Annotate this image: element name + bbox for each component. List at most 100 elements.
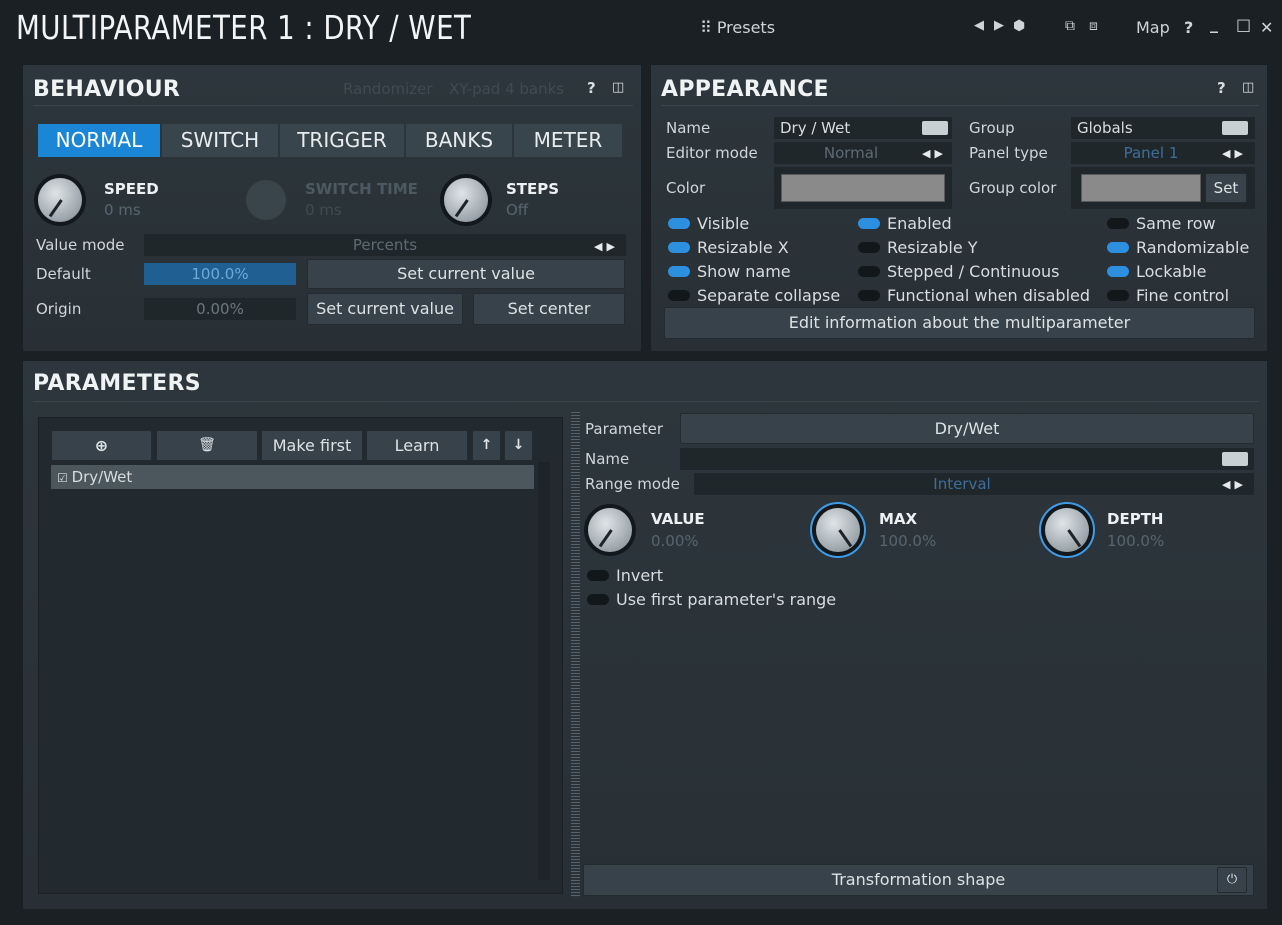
invert-label: Invert <box>616 566 664 585</box>
depth-knob[interactable] <box>1045 508 1089 552</box>
lockable-toggle[interactable] <box>1107 266 1129 277</box>
visible-toggle[interactable] <box>668 218 690 229</box>
show-name-label: Show name <box>697 262 791 281</box>
appearance-collapse-icon[interactable]: ◫ <box>1242 80 1254 95</box>
behaviour-help-icon[interactable]: ? <box>587 79 596 97</box>
max-value: 100.0% <box>879 532 937 550</box>
resizable-y-label: Resizable Y <box>887 238 978 257</box>
group-color-label: Group color <box>969 179 1057 197</box>
set-current-default-button[interactable]: Set current value <box>307 259 625 289</box>
functional-disabled-label: Functional when disabled <box>887 286 1091 305</box>
group-color-set-button[interactable]: Set <box>1205 173 1247 203</box>
range-mode-arrows-icon[interactable]: ◀▶ <box>1222 478 1247 491</box>
randomizable-toggle[interactable] <box>1107 242 1129 253</box>
paste-icon[interactable]: ⧈ <box>1089 18 1098 34</box>
checkbox-icon[interactable]: ☑ <box>57 471 72 485</box>
resizable-x-label: Resizable X <box>697 238 789 257</box>
tab-switch[interactable]: SWITCH <box>162 124 278 157</box>
tab-banks[interactable]: BANKS <box>406 124 512 157</box>
origin-label: Origin <box>36 300 82 318</box>
value-mode-select[interactable]: Percents <box>144 234 626 256</box>
speed-knob[interactable] <box>38 178 82 222</box>
resizable-x-toggle[interactable] <box>668 242 690 253</box>
lockable-label: Lockable <box>1136 262 1207 281</box>
transformation-shape-button[interactable]: Transformation shape <box>583 864 1254 896</box>
editor-mode-arrows-icon[interactable]: ◀▶ <box>922 147 947 160</box>
resizable-y-toggle[interactable] <box>858 242 880 253</box>
set-center-button[interactable]: Set center <box>473 293 625 325</box>
value-knob[interactable] <box>588 508 632 552</box>
move-down-icon[interactable]: ↓ <box>504 430 533 461</box>
speed-value: 0 ms <box>104 201 141 219</box>
steps-knob[interactable] <box>444 178 488 222</box>
keyboard-icon[interactable] <box>922 121 948 135</box>
set-current-origin-button[interactable]: Set current value <box>307 293 463 325</box>
depth-value: 100.0% <box>1107 532 1165 550</box>
learn-button[interactable]: Learn <box>366 430 468 461</box>
value-mode-arrows-icon[interactable]: ◀▶ <box>594 240 619 253</box>
steps-value: Off <box>506 201 529 219</box>
behaviour-collapse-icon[interactable]: ◫ <box>612 80 624 95</box>
tab-meter[interactable]: METER <box>514 124 622 157</box>
title-bar: MULTIPARAMETER 1 : DRY / WET ⠿ Presets ◀… <box>0 0 1282 58</box>
appearance-title: APPEARANCE <box>661 77 829 102</box>
same-row-toggle[interactable] <box>1107 218 1129 229</box>
prev-preset-icon[interactable]: ◀ <box>974 18 984 33</box>
minimize-icon[interactable]: _ <box>1210 14 1218 33</box>
range-mode-select[interactable]: Interval <box>694 473 1254 495</box>
functional-disabled-toggle[interactable] <box>858 290 880 301</box>
power-icon[interactable]: ⏻ <box>1217 867 1247 893</box>
parameter-select-button[interactable]: Dry/Wet <box>680 413 1254 444</box>
trash-icon[interactable]: 🗑 <box>156 430 258 461</box>
next-preset-icon[interactable]: ▶ <box>994 18 1004 33</box>
use-first-range-toggle[interactable] <box>587 594 609 605</box>
panel-type-arrows-icon[interactable]: ◀▶ <box>1222 147 1247 160</box>
steps-label: STEPS <box>506 180 560 198</box>
list-item[interactable]: ☑ Dry/Wet <box>51 465 534 489</box>
enabled-toggle[interactable] <box>858 218 880 229</box>
behaviour-title: BEHAVIOUR <box>33 77 181 102</box>
keyboard-icon[interactable] <box>1222 452 1248 466</box>
map-button[interactable]: Map <box>1136 18 1170 37</box>
origin-value-field[interactable]: 0.00% <box>144 298 296 320</box>
fine-control-label: Fine control <box>1136 286 1230 305</box>
max-knob[interactable] <box>816 508 860 552</box>
invert-toggle[interactable] <box>587 570 609 581</box>
list-scrollbar[interactable] <box>538 462 550 880</box>
appearance-help-icon[interactable]: ? <box>1217 79 1226 97</box>
param-name-field[interactable] <box>680 448 1254 470</box>
group-color-swatch[interactable] <box>1081 174 1201 202</box>
grid-icon: ⠿ <box>700 18 717 37</box>
tab-normal[interactable]: NORMAL <box>38 124 160 157</box>
color-swatch[interactable] <box>781 174 945 202</box>
default-label: Default <box>36 265 91 283</box>
editor-mode-label: Editor mode <box>666 144 758 162</box>
speed-label: SPEED <box>104 180 159 198</box>
random-dice-icon[interactable]: ⬢ <box>1013 18 1025 34</box>
separate-collapse-toggle[interactable] <box>668 290 690 301</box>
maximize-icon[interactable]: □ <box>1236 15 1251 34</box>
default-value-field[interactable]: 100.0% <box>144 263 296 285</box>
visible-label: Visible <box>697 214 750 233</box>
presets-button[interactable]: ⠿ Presets <box>700 18 775 37</box>
show-name-toggle[interactable] <box>668 266 690 277</box>
same-row-label: Same row <box>1136 214 1216 233</box>
move-up-icon[interactable]: ↑ <box>472 430 501 461</box>
add-icon[interactable]: ⊕ <box>51 430 152 461</box>
randomizable-label: Randomizable <box>1136 238 1250 257</box>
close-icon[interactable]: ✕ <box>1260 18 1273 37</box>
make-first-button[interactable]: Make first <box>261 430 363 461</box>
tab-trigger[interactable]: TRIGGER <box>280 124 404 157</box>
stepped-label: Stepped / Continuous <box>887 262 1060 281</box>
xypad-label[interactable]: XY-pad 4 banks <box>449 80 564 98</box>
edit-information-button[interactable]: Edit information about the multiparamete… <box>664 307 1255 339</box>
stepped-toggle[interactable] <box>858 266 880 277</box>
splitter-handle[interactable] <box>571 412 580 898</box>
switch-time-label: SWITCH TIME <box>305 180 418 198</box>
keyboard-icon[interactable] <box>1222 121 1248 135</box>
enabled-label: Enabled <box>887 214 952 233</box>
randomizer-label[interactable]: Randomizer <box>343 80 433 98</box>
help-icon[interactable]: ? <box>1184 18 1193 37</box>
copy-icon[interactable]: ⧉ <box>1065 18 1075 34</box>
fine-control-toggle[interactable] <box>1107 290 1129 301</box>
